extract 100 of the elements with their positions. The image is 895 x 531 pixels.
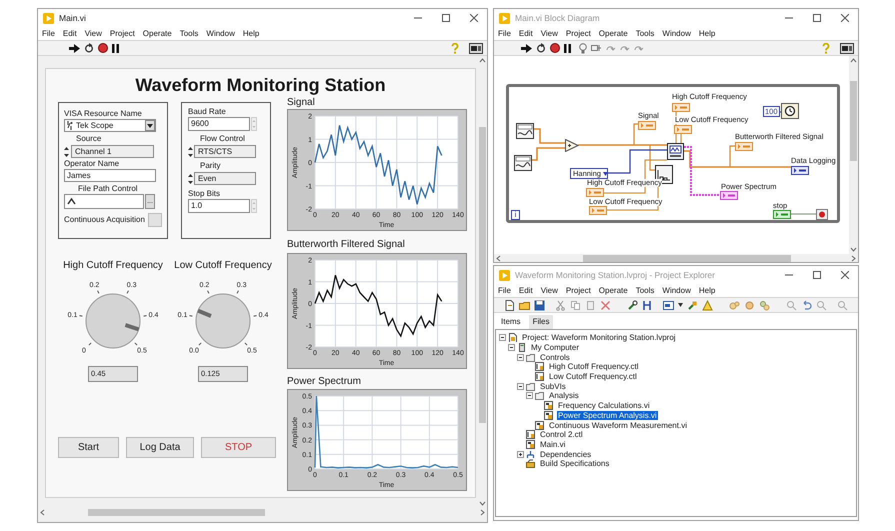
close-icon[interactable] <box>841 14 849 22</box>
plug-icon[interactable] <box>687 300 698 310</box>
add-node-icon[interactable] <box>565 139 579 152</box>
tree-item[interactable]: Project: Waveform Monitoring Station.lvproj <box>521 333 677 342</box>
ring-field[interactable]: RTS/CTS <box>194 145 256 158</box>
menu-item[interactable]: Tools <box>636 286 654 294</box>
step-arrow-icon[interactable] <box>634 44 644 52</box>
hierarchy-icon[interactable] <box>642 300 653 310</box>
clock-icon[interactable] <box>781 103 799 119</box>
knob-dial[interactable] <box>86 294 140 348</box>
step-arrow-icon[interactable] <box>606 44 616 52</box>
maximize-icon[interactable] <box>813 271 821 279</box>
terminal-icon[interactable] <box>720 191 738 200</box>
menu-item[interactable]: Project <box>110 30 135 38</box>
menu-item[interactable]: Operate <box>598 30 628 38</box>
run-arrow-icon[interactable] <box>69 44 80 52</box>
cycle-arrows-icon[interactable] <box>84 43 94 53</box>
gears-icon[interactable] <box>759 300 770 310</box>
tree-item[interactable]: Dependencies <box>539 450 592 459</box>
tree-item[interactable]: Continuous Waveform Measurement.vi <box>548 420 688 430</box>
collapse-icon[interactable] <box>499 334 506 342</box>
gears-icon[interactable] <box>744 300 755 310</box>
source-ring[interactable]: Channel 1 <box>71 145 154 158</box>
warning-icon[interactable] <box>702 300 713 310</box>
folder-icon[interactable] <box>519 300 530 310</box>
updown-arrows-icon[interactable] <box>188 146 193 158</box>
knob-dial[interactable] <box>196 294 250 348</box>
scrollbar-thumb[interactable] <box>88 508 265 516</box>
visa-dropdown[interactable]: Tek Scope <box>64 119 156 132</box>
wrench-icon[interactable] <box>627 300 638 310</box>
menu-item[interactable]: Help <box>242 30 260 38</box>
pause-icon[interactable] <box>564 44 571 52</box>
menu-item[interactable]: View <box>540 286 558 294</box>
stop-icon[interactable] <box>550 43 560 53</box>
menu-item[interactable]: Edit <box>518 286 533 294</box>
operator-field[interactable]: James <box>64 169 156 182</box>
menu-item[interactable]: File <box>42 30 55 38</box>
filter-node-icon[interactable] <box>667 143 684 160</box>
tree-item[interactable]: SubVIs <box>539 382 567 391</box>
close-icon[interactable] <box>841 271 849 279</box>
cross-icon[interactable] <box>600 300 611 310</box>
maximize-icon[interactable] <box>813 14 821 22</box>
stop-icon[interactable] <box>98 43 108 53</box>
knob-needle[interactable] <box>197 308 212 318</box>
tree-item[interactable]: Power Spectrum Analysis.vi <box>557 410 658 420</box>
stop-condition-icon[interactable] <box>816 209 828 220</box>
panel-button[interactable]: STOP <box>201 437 276 458</box>
collapse-icon[interactable] <box>517 354 524 361</box>
menu-item[interactable]: File <box>498 30 511 38</box>
bulb-icon[interactable] <box>579 42 587 54</box>
menu-item[interactable]: Help <box>698 286 716 294</box>
menu-item[interactable]: Help <box>698 30 716 38</box>
menu-item[interactable]: Window <box>206 30 235 38</box>
collapse-icon[interactable] <box>508 344 515 352</box>
panel-button[interactable]: Start <box>58 437 119 458</box>
menu-item[interactable]: Operate <box>142 30 172 38</box>
menu-item[interactable]: Project <box>566 30 591 38</box>
numeric-field[interactable]: 1.0 <box>188 199 250 213</box>
caret-icon[interactable] <box>678 303 683 307</box>
numeric-field[interactable]: 9600 <box>188 117 250 131</box>
pause-icon[interactable] <box>112 44 119 52</box>
scrollbar-thumb[interactable] <box>850 81 857 161</box>
path-icon[interactable] <box>67 197 76 206</box>
menu-item[interactable]: View <box>540 30 558 38</box>
updown-arrows-icon[interactable] <box>64 146 69 158</box>
tree-item[interactable]: Frequency Calculations.vi <box>557 401 651 410</box>
menu-item[interactable]: Window <box>662 286 691 294</box>
panel-button[interactable]: Log Data <box>126 437 194 458</box>
menu-item[interactable]: Tools <box>636 30 654 38</box>
tree-item[interactable]: High Cutoff Frequency.ctl <box>548 362 640 372</box>
scissors-icon[interactable] <box>555 300 566 310</box>
scrollbar-thumb[interactable] <box>479 127 486 423</box>
tab[interactable]: Files <box>528 315 554 329</box>
ring-field[interactable]: Even <box>194 172 256 185</box>
maximize-icon[interactable] <box>442 14 450 22</box>
expand-icon[interactable] <box>517 450 524 458</box>
tree-item[interactable]: Low Cutoff Frequency.ctl <box>548 372 638 382</box>
path-field[interactable] <box>64 194 144 209</box>
knob-needle[interactable] <box>124 323 140 332</box>
close-icon[interactable] <box>470 14 478 22</box>
menu-item[interactable]: File <box>498 286 511 294</box>
probe-icon[interactable] <box>591 43 602 53</box>
undo-icon[interactable] <box>801 300 812 310</box>
document-icon[interactable] <box>504 300 515 310</box>
updown-arrows-icon[interactable] <box>188 172 193 184</box>
tree-item[interactable]: Build Specifications <box>539 459 610 468</box>
collapse-icon[interactable] <box>517 382 524 390</box>
collapse-icon[interactable] <box>526 392 533 400</box>
menu-item[interactable]: View <box>84 30 102 38</box>
tree-item[interactable]: Controls <box>539 352 571 362</box>
menu-item[interactable]: Project <box>566 286 591 294</box>
scrollbar-thumb[interactable] <box>583 254 791 262</box>
window-icon[interactable] <box>663 300 674 310</box>
run-arrow-icon[interactable] <box>521 44 532 52</box>
menu-item[interactable]: Edit <box>518 30 533 38</box>
menu-item[interactable]: Operate <box>598 286 628 294</box>
menu-item[interactable]: Window <box>662 30 691 38</box>
terminal-icon[interactable] <box>791 166 809 175</box>
tree-item[interactable]: Control 2.ctl <box>539 430 584 440</box>
toggle-button[interactable] <box>148 213 162 227</box>
